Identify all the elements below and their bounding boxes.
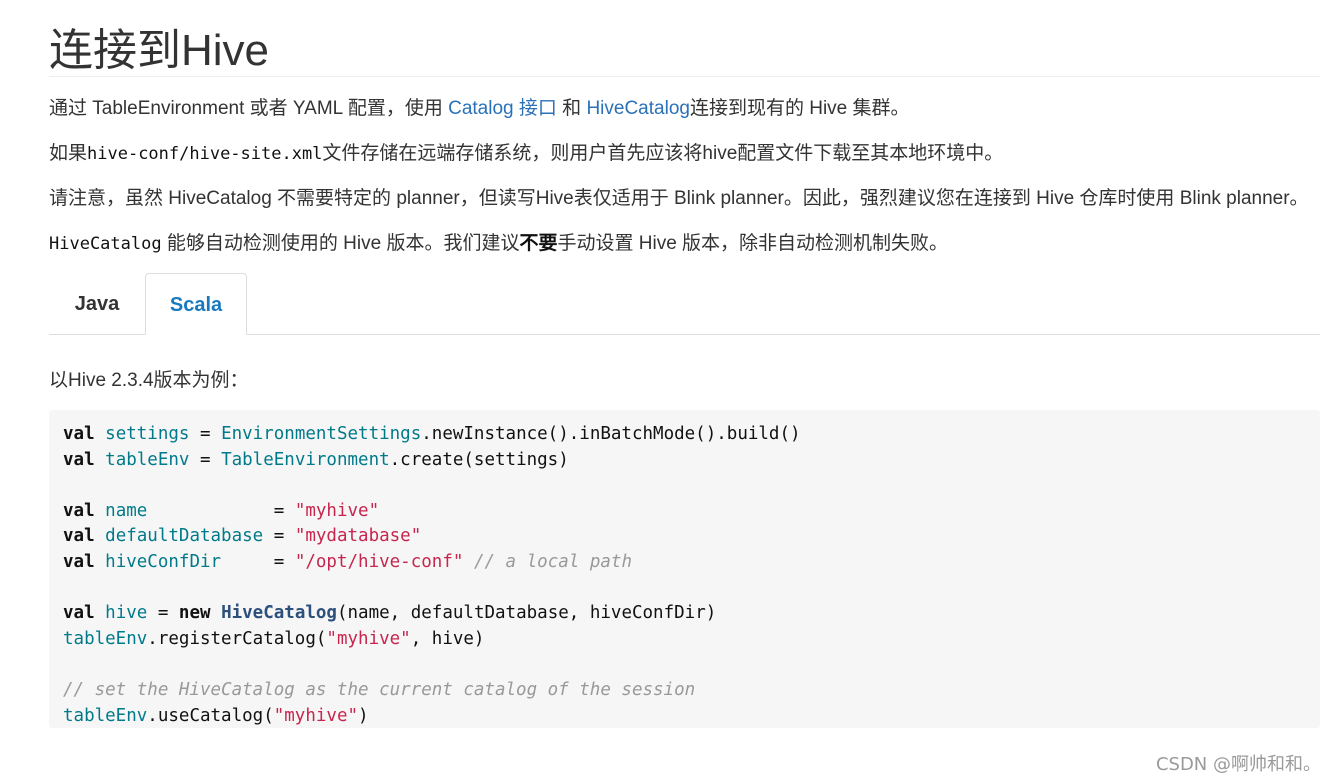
intro-paragraph: 通过 TableEnvironment 或者 YAML 配置，使用 Catalo… — [49, 98, 910, 119]
hive-site-path-code: hive-conf/hive-site.xml — [87, 144, 323, 164]
language-tabs: Java Scala — [49, 273, 1320, 335]
page-title: 连接到Hive — [49, 0, 1320, 77]
csdn-watermark: CSDN @啊帅和和。 — [1155, 754, 1321, 775]
do-not-emphasis: 不要 — [519, 233, 558, 254]
catalog-interface-link[interactable]: Catalog 接口 — [448, 98, 557, 119]
hive-conf-paragraph: 如果hive-conf/hive-site.xml文件存储在远端存储系统，则用户… — [49, 143, 1004, 164]
article-content: 连接到Hive 通过 TableEnvironment 或者 YAML 配置，使… — [49, 0, 1320, 728]
tab-java[interactable]: Java — [49, 273, 145, 333]
version-detect-paragraph: HiveCatalog 能够自动检测使用的 Hive 版本。我们建议不要手动设置… — [49, 233, 949, 254]
hivecatalog-inline-code: HiveCatalog — [49, 234, 162, 254]
hivecatalog-link[interactable]: HiveCatalog — [586, 98, 690, 119]
tab-scala[interactable]: Scala — [145, 273, 247, 335]
scala-code-block: val settings = EnvironmentSettings.newIn… — [49, 410, 1320, 728]
planner-note-paragraph: 请注意，虽然 HiveCatalog 不需要特定的 planner，但读写Hiv… — [49, 188, 1309, 209]
example-caption: 以Hive 2.3.4版本为例： — [49, 370, 249, 391]
